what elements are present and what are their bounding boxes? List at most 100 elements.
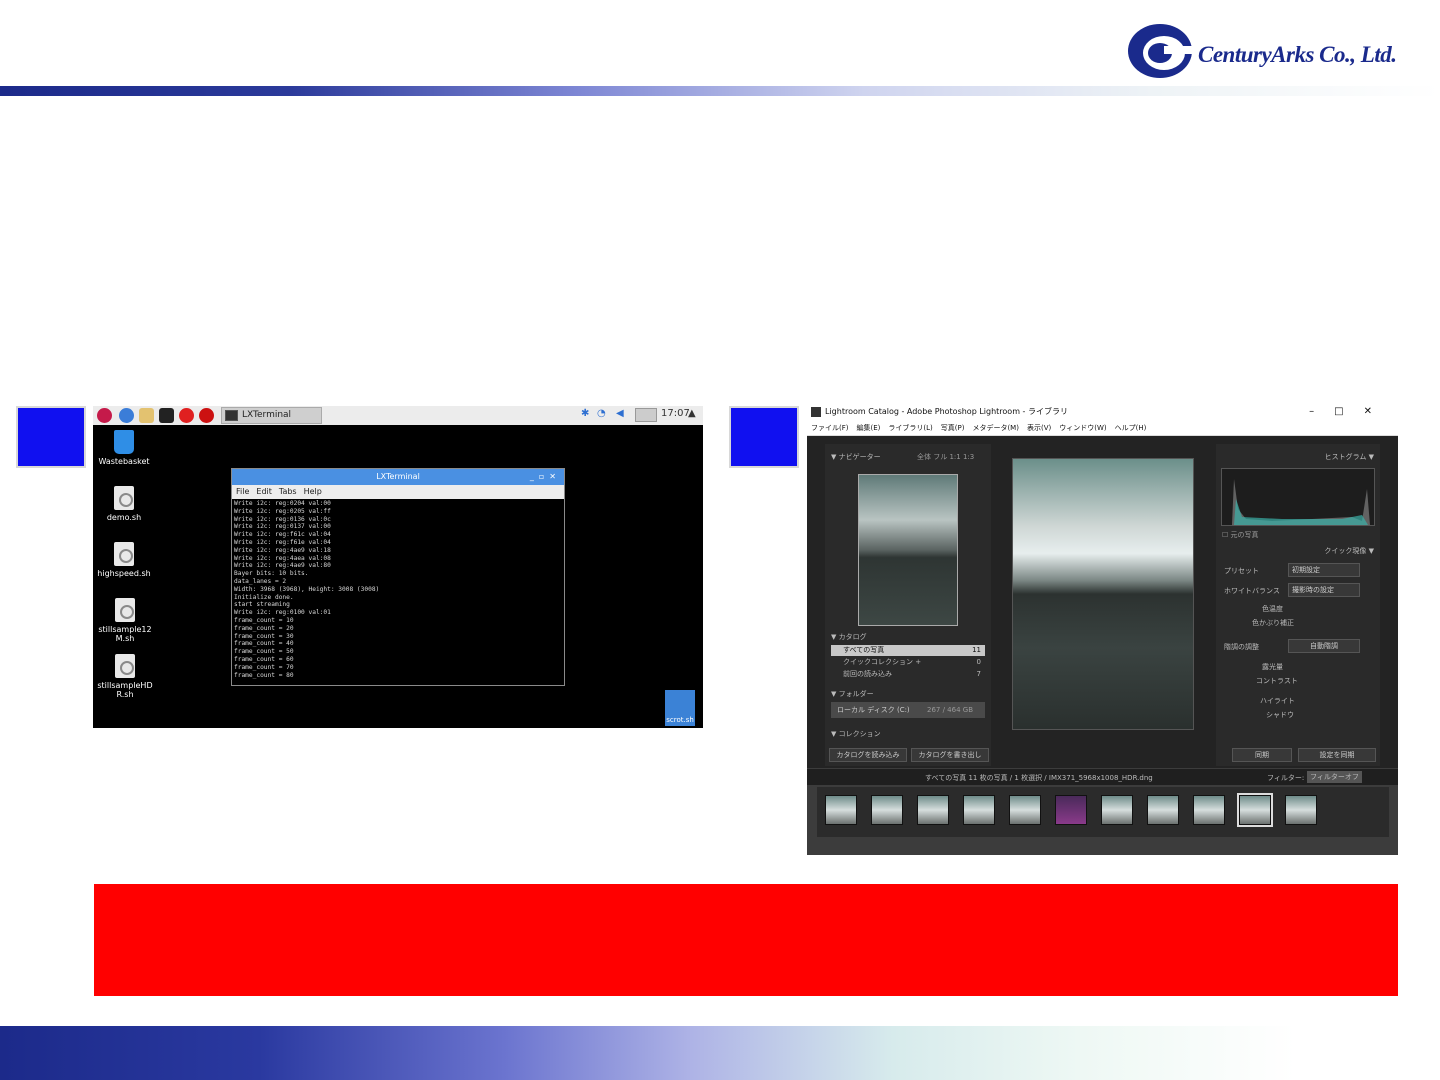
bluetooth-icon[interactable]: ✱: [581, 408, 589, 419]
import-catalog-button[interactable]: カタログを読み込み: [829, 748, 907, 762]
export-catalog-button[interactable]: カタログを書き出し: [911, 748, 989, 762]
mathematica-icon[interactable]: [199, 408, 214, 423]
lr-menu-item[interactable]: 表示(V): [1027, 421, 1051, 435]
collection-header[interactable]: ▼ コレクション: [831, 729, 881, 739]
desktop-icon-stillsample12m[interactable]: stillsample12M.sh: [94, 598, 156, 643]
lr-menu-item[interactable]: 写真(P): [941, 421, 965, 435]
desktop-icon-label: highspeed.sh: [97, 569, 151, 578]
header-gradient-bar: [0, 86, 1440, 96]
script-file-icon: [115, 654, 135, 678]
filmstrip-thumbnail[interactable]: [963, 795, 995, 825]
filmstrip-thumbnail[interactable]: [1101, 795, 1133, 825]
task-label: LXTerminal: [242, 410, 292, 420]
lr-menu-item[interactable]: ファイル(F): [811, 421, 849, 435]
filmstrip-thumbnail[interactable]: [1009, 795, 1041, 825]
menu-file[interactable]: File: [236, 485, 249, 499]
terminal-titlebar[interactable]: LXTerminal _▫✕: [232, 469, 564, 485]
eject-icon[interactable]: ▲: [688, 408, 696, 419]
volume-icon[interactable]: ◀: [616, 408, 624, 419]
catalog-item-all-photos[interactable]: すべての写真 11: [831, 645, 985, 656]
sync-button[interactable]: 同期: [1232, 748, 1292, 762]
terminal-task-icon: [225, 410, 238, 421]
navigator-header[interactable]: ▼ ナビゲーター: [831, 452, 881, 462]
terminal-icon[interactable]: [159, 408, 174, 423]
taskbar-task-lxterminal[interactable]: LXTerminal: [221, 407, 322, 424]
trash-icon: [114, 430, 134, 454]
local-disk-row[interactable]: ローカル ディスク (C:) 267 / 464 GB: [831, 702, 985, 718]
window-title: Lightroom Catalog - Adobe Photoshop Ligh…: [825, 407, 1068, 416]
lr-menu-item[interactable]: 編集(E): [857, 421, 881, 435]
terminal-line: frame_count = 50: [234, 648, 294, 656]
lr-menu-item[interactable]: ライブラリ(L): [888, 421, 932, 435]
menu-tabs[interactable]: Tabs: [279, 485, 297, 499]
terminal-menubar: File Edit Tabs Help: [232, 485, 564, 499]
histogram-chart: [1221, 468, 1375, 526]
navigator-preview[interactable]: [858, 474, 958, 626]
terminal-line: start streaming: [234, 601, 290, 609]
filmstrip-thumbnail[interactable]: [1237, 793, 1273, 827]
catalog-header[interactable]: ▼ カタログ: [831, 632, 867, 642]
window-controls[interactable]: –□✕: [1309, 403, 1392, 421]
terminal-line: frame_count = 60: [234, 655, 294, 663]
desktop-icon-label: stillsampleHDR.sh: [97, 681, 153, 699]
histogram-header[interactable]: ヒストグラム ▼: [1325, 452, 1374, 462]
main-photo-preview[interactable]: [1012, 458, 1194, 730]
terminal-line: Bayer bits: 10 bits.: [234, 570, 309, 578]
window-controls[interactable]: _▫✕: [530, 469, 561, 485]
lightroom-main: ▼ ナビゲーター 全体 フル 1:1 1:3 ▼ カタログ すべての写真 11 ク…: [807, 436, 1398, 768]
lr-menu-item[interactable]: メタデータ(M): [972, 421, 1019, 435]
filmstrip: [817, 787, 1389, 837]
terminal-output[interactable]: Write i2c: reg:0204 val:00 Write i2c: reg…: [232, 499, 564, 680]
browser-globe-icon[interactable]: [119, 408, 134, 423]
file-manager-icon[interactable]: [139, 408, 154, 423]
sync-settings-button[interactable]: 設定を同期: [1298, 748, 1376, 762]
auto-tone-button[interactable]: 自動階調: [1288, 639, 1360, 653]
navigator-zoom-tabs[interactable]: 全体 フル 1:1 1:3: [917, 452, 974, 462]
filmstrip-thumbnail[interactable]: [1285, 795, 1317, 825]
filmstrip-thumbnail[interactable]: [825, 795, 857, 825]
desktop-icon-highspeed[interactable]: highspeed.sh: [94, 542, 154, 578]
cpu-monitor-icon[interactable]: [635, 408, 657, 422]
terminal-line: frame_count = 80: [234, 671, 294, 679]
catalog-item-last-import[interactable]: 前回の読み込み 7: [831, 669, 985, 680]
histogram-graph: [1232, 479, 1370, 525]
menu-edit[interactable]: Edit: [256, 485, 272, 499]
desktop-icon-stillsamplehdr[interactable]: stillsampleHDR.sh: [94, 654, 156, 699]
filmstrip-thumbnail[interactable]: [1193, 795, 1225, 825]
preset-label: プリセット: [1224, 567, 1259, 575]
terminal-line: Write i2c: reg:0100 val:01: [234, 609, 331, 617]
wolfram-icon[interactable]: [179, 408, 194, 423]
terminal-line: frame_count = 70: [234, 663, 294, 671]
desktop-icon-demo[interactable]: demo.sh: [94, 486, 154, 522]
terminal-line: Write i2c: reg:4ae9 val:80: [234, 562, 331, 570]
filmstrip-thumbnail[interactable]: [917, 795, 949, 825]
filmstrip-thumbnail[interactable]: [871, 795, 903, 825]
raspberry-menu-icon[interactable]: [97, 408, 112, 423]
terminal-line: Write i2c: reg:0137 val:00: [234, 523, 331, 531]
desktop-icon-wastebasket[interactable]: Wastebasket: [94, 430, 154, 466]
lr-menu-item[interactable]: ヘルプ(H): [1115, 421, 1147, 435]
script-file-icon: [114, 542, 134, 566]
white-balance-dropdown[interactable]: 撮影時の設定: [1288, 583, 1360, 597]
catalog-item-quick-collection[interactable]: クイックコレクション +0: [831, 657, 985, 668]
original-photo-toggle[interactable]: ☐ 元の写真: [1222, 530, 1259, 540]
exposure-label: 露光量: [1262, 663, 1283, 671]
company-logo: CenturyArks Co., Ltd.: [1126, 20, 1426, 82]
lxterminal-window[interactable]: LXTerminal _▫✕ File Edit Tabs Help Write…: [231, 468, 565, 686]
filmstrip-thumbnail[interactable]: [1147, 795, 1179, 825]
rpi-taskbar: LXTerminal ✱ ◔ ◀ 17:07 ▲: [93, 406, 703, 425]
filmstrip-thumbnail[interactable]: [1055, 795, 1087, 825]
terminal-line: frame_count = 20: [234, 624, 294, 632]
folder-header[interactable]: ▼ フォルダー: [831, 689, 874, 699]
quick-develop-header[interactable]: クイック現像 ▼: [1324, 546, 1374, 556]
lr-menu-item[interactable]: ウィンドウ(W): [1059, 421, 1106, 435]
filter-dropdown[interactable]: フィルターオフ: [1307, 771, 1362, 783]
menu-help[interactable]: Help: [304, 485, 322, 499]
tint-label: 色かぶり補正: [1252, 619, 1294, 627]
preset-dropdown[interactable]: 初期設定: [1288, 563, 1360, 577]
lightroom-app-icon: [811, 407, 821, 417]
temp-label: 色温度: [1262, 605, 1283, 613]
shadows-label: シャドウ: [1266, 711, 1294, 719]
desktop-icon-scrot[interactable]: scrot.sh: [665, 690, 695, 726]
wifi-icon[interactable]: ◔: [597, 408, 606, 419]
